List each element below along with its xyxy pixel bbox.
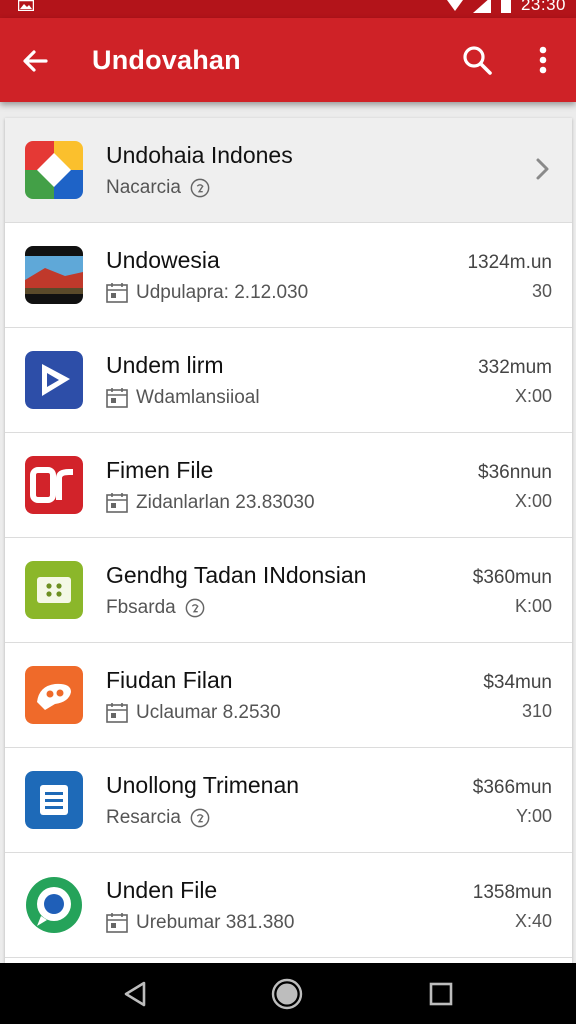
item-sub-value: X:00 bbox=[514, 386, 552, 406]
item-meta: Zidanlarlan 23.83030 bbox=[106, 490, 315, 516]
search-icon[interactable] bbox=[460, 43, 494, 77]
wifi-icon bbox=[446, 0, 463, 11]
item-name: Unden File bbox=[106, 877, 218, 903]
item-price: $34mun bbox=[483, 672, 552, 693]
status-bar: 23:30 bbox=[0, 0, 576, 18]
list-item[interactable]: Unden File Urebumar 381.380 1358mun X:40 bbox=[5, 853, 572, 958]
file-list: Undohaia Indones Nacarcia Undowesia Udpu… bbox=[5, 118, 572, 963]
item-meta-text: Udpulapra: 2.12.030 bbox=[136, 282, 309, 303]
item-name: Gendhg Tadan INdonsian bbox=[106, 562, 367, 588]
item-price: $36nnun bbox=[478, 462, 552, 483]
orange-app-icon bbox=[25, 666, 83, 724]
grid-app-icon bbox=[25, 561, 83, 619]
info-circle-icon bbox=[190, 178, 210, 198]
item-sub-value: 310 bbox=[521, 701, 552, 721]
item-price: 332mum bbox=[478, 357, 552, 378]
item-sub-value: K:00 bbox=[514, 596, 552, 616]
info-circle-icon bbox=[190, 808, 210, 828]
item-sub-value: X:00 bbox=[514, 491, 552, 511]
nav-back-icon[interactable] bbox=[118, 979, 152, 1009]
chevron-right-icon bbox=[536, 158, 549, 180]
photo-thumbnail-icon bbox=[25, 246, 83, 304]
item-meta-text: Nacarcia bbox=[106, 177, 181, 198]
list-item[interactable]: Gendhg Tadan INdonsian Fbsarda $360mun K… bbox=[5, 538, 572, 643]
calendar-icon bbox=[106, 493, 128, 513]
status-icons: 23:30 bbox=[446, 0, 566, 14]
item-meta-text: Wdamlansiioal bbox=[136, 387, 260, 408]
list-item[interactable]: Fimen File Zidanlarlan 23.83030 $36nnun … bbox=[5, 433, 572, 538]
item-sub-value: Y:00 bbox=[515, 806, 552, 826]
image-notification-icon bbox=[18, 0, 34, 11]
item-meta-text: Uclaumar 8.2530 bbox=[136, 702, 281, 723]
item-name: Undohaia Indones bbox=[106, 142, 293, 168]
battery-icon bbox=[500, 0, 511, 13]
nav-home-icon[interactable] bbox=[270, 977, 304, 1011]
item-name: Fiudan Filan bbox=[106, 667, 233, 693]
item-meta: Nacarcia bbox=[106, 175, 211, 201]
calendar-icon bbox=[106, 388, 128, 408]
item-meta-text: Fbsarda bbox=[106, 597, 176, 618]
item-price: $366mun bbox=[472, 777, 552, 798]
list-item[interactable]: Undohaia Indones Nacarcia bbox=[5, 118, 572, 223]
item-sub-value: X:40 bbox=[514, 911, 552, 931]
item-price: $360mun bbox=[472, 567, 552, 588]
system-nav-bar bbox=[0, 963, 576, 1024]
info-circle-icon bbox=[185, 598, 205, 618]
more-vert-icon[interactable] bbox=[528, 43, 558, 77]
chat-app-icon bbox=[25, 876, 83, 934]
item-meta-text: Zidanlarlan 23.83030 bbox=[136, 492, 315, 513]
calendar-icon bbox=[106, 283, 128, 303]
item-meta: Udpulapra: 2.12.030 bbox=[106, 280, 308, 306]
list-item[interactable]: Fiudan Filan Uclaumar 8.2530 $34mun 310 bbox=[5, 643, 572, 748]
item-meta: Wdamlansiioal bbox=[106, 385, 260, 411]
page-title: Undovahan bbox=[92, 45, 241, 75]
item-price: 1324m.un bbox=[467, 252, 552, 273]
nav-recents-icon[interactable] bbox=[428, 981, 454, 1007]
status-time: 23:30 bbox=[520, 0, 566, 14]
item-meta: Resarcia bbox=[106, 805, 211, 831]
signal-icon bbox=[472, 0, 491, 13]
item-meta: Urebumar 381.380 bbox=[106, 910, 294, 936]
colorful-app-icon bbox=[25, 141, 83, 199]
calendar-icon bbox=[106, 703, 128, 723]
item-name: Fimen File bbox=[106, 457, 214, 483]
app-bar: Undovahan bbox=[0, 18, 576, 102]
item-price: 1358mun bbox=[472, 882, 552, 903]
calendar-icon bbox=[106, 913, 128, 933]
item-name: Undowesia bbox=[106, 247, 220, 273]
item-meta-text: Urebumar 381.380 bbox=[136, 912, 295, 933]
list-item[interactable]: Undowesia Udpulapra: 2.12.030 1324m.un 3… bbox=[5, 223, 572, 328]
item-meta: Fbsarda bbox=[106, 595, 206, 621]
flag-app-icon bbox=[25, 351, 83, 409]
back-arrow-icon[interactable] bbox=[18, 44, 52, 78]
list-item[interactable]: Undem lirm Wdamlansiioal 332mum X:00 bbox=[5, 328, 572, 433]
item-meta: Uclaumar 8.2530 bbox=[106, 700, 281, 726]
list-item[interactable]: Unollong Trimenan Resarcia $366mun Y:00 bbox=[5, 748, 572, 853]
item-meta-text: Resarcia bbox=[106, 807, 181, 828]
item-name: Unollong Trimenan bbox=[106, 772, 300, 798]
document-app-icon bbox=[25, 771, 83, 829]
office-app-icon bbox=[25, 456, 83, 514]
item-name: Undem lirm bbox=[106, 352, 224, 378]
item-sub-value: 30 bbox=[531, 281, 552, 301]
